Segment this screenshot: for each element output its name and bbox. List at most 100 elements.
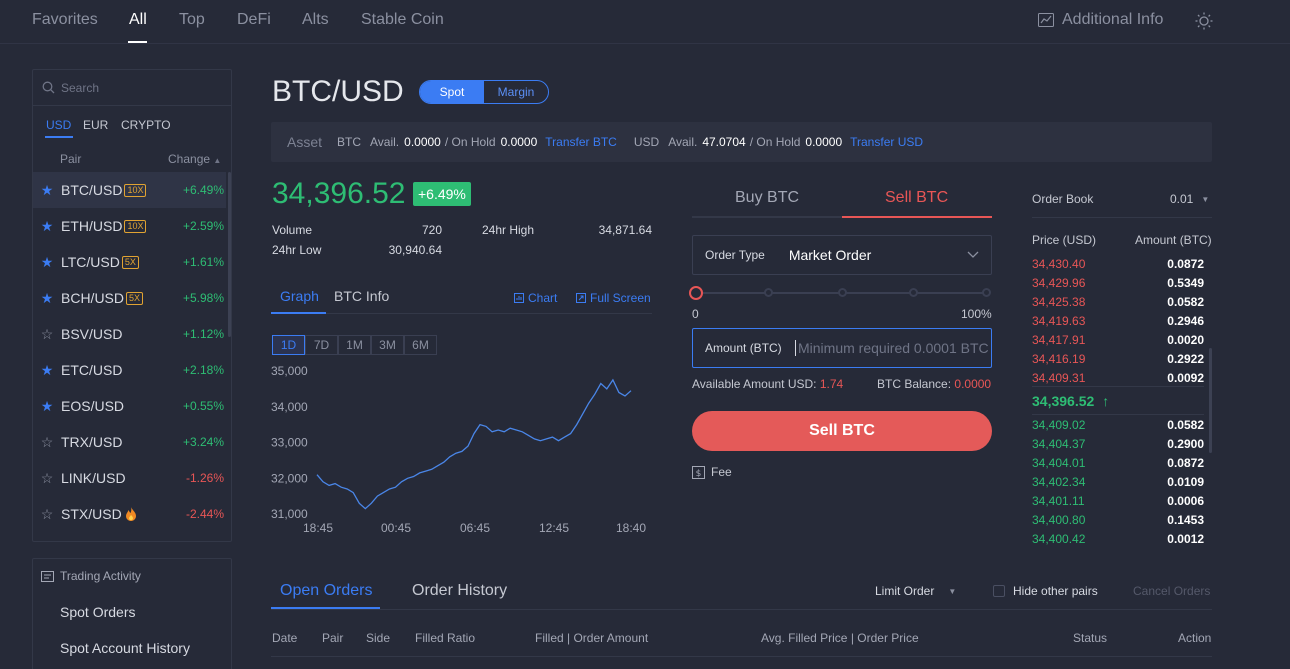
slider-step[interactable] bbox=[838, 288, 847, 297]
tab-all[interactable]: All bbox=[129, 11, 147, 29]
bid-row[interactable]: 34,401.11 0.0006 bbox=[1032, 491, 1204, 510]
theme-toggle-icon[interactable] bbox=[1195, 12, 1213, 30]
volume-value: 720 bbox=[421, 223, 442, 237]
currency-eur[interactable]: EUR bbox=[83, 118, 108, 132]
ask-row[interactable]: 34,425.38 0.0582 bbox=[1032, 292, 1204, 311]
tab-order-history[interactable]: Order History bbox=[412, 582, 507, 600]
bid-amount: 0.0012 bbox=[1167, 531, 1204, 546]
transfer-usd-link[interactable]: Transfer USD bbox=[850, 135, 923, 149]
bid-row[interactable]: 34,400.42 0.0012 bbox=[1032, 529, 1204, 548]
buy-btc-tab[interactable]: Buy BTC bbox=[735, 189, 799, 207]
amount-slider[interactable] bbox=[689, 286, 991, 300]
sort-icon: ▲ bbox=[213, 156, 222, 165]
col-pair: Pair bbox=[322, 631, 344, 645]
ask-row[interactable]: 34,430.40 0.0872 bbox=[1032, 254, 1204, 273]
chart-link[interactable]: Chart bbox=[514, 291, 557, 305]
ask-price: 34,429.96 bbox=[1032, 275, 1086, 290]
tab-stable-coin[interactable]: Stable Coin bbox=[361, 11, 444, 29]
range-1m[interactable]: 1M bbox=[338, 335, 371, 355]
pair-change: +0.55% bbox=[182, 399, 224, 413]
tab-open-orders[interactable]: Open Orders bbox=[280, 582, 372, 600]
bid-row[interactable]: 34,404.01 0.0872 bbox=[1032, 453, 1204, 472]
slider-handle[interactable] bbox=[689, 286, 703, 300]
pair-row[interactable]: ☆ BSV/USD +1.12% bbox=[33, 316, 226, 352]
pair-row[interactable]: ★ BCH/USD 5X +5.98% bbox=[33, 280, 226, 316]
slider-max-label: 100% bbox=[961, 307, 992, 321]
slider-step[interactable] bbox=[982, 288, 991, 297]
pair-name: LTC/USD bbox=[61, 254, 120, 270]
bid-row[interactable]: 34,409.02 0.0582 bbox=[1032, 415, 1204, 434]
pair-row[interactable]: ☆ STX/USD -2.44% bbox=[33, 496, 226, 532]
star-icon[interactable]: ★ bbox=[33, 362, 61, 379]
bid-price: 34,400.42 bbox=[1032, 531, 1086, 546]
star-outline-icon[interactable]: ☆ bbox=[33, 506, 61, 523]
margin-button[interactable]: Margin bbox=[484, 81, 548, 103]
cancel-orders-button[interactable]: Cancel Orders bbox=[1133, 584, 1210, 598]
amount-input[interactable] bbox=[798, 340, 991, 356]
tab-graph[interactable]: Graph bbox=[280, 288, 319, 304]
hide-pairs-checkbox[interactable] bbox=[993, 585, 1005, 597]
ask-row[interactable]: 34,429.96 0.5349 bbox=[1032, 273, 1204, 292]
ask-row[interactable]: 34,417.91 0.0020 bbox=[1032, 330, 1204, 349]
order-book-scrollbar[interactable] bbox=[1209, 348, 1212, 453]
slider-step[interactable] bbox=[909, 288, 918, 297]
asset-label: Asset bbox=[287, 134, 323, 150]
precision-select[interactable]: 0.01 ▼ bbox=[1170, 192, 1209, 206]
amount-field[interactable]: Amount (BTC) bbox=[692, 328, 992, 368]
bid-row[interactable]: 34,404.37 0.2900 bbox=[1032, 434, 1204, 453]
range-7d[interactable]: 7D bbox=[305, 335, 338, 355]
order-filter-select[interactable]: Limit Order ▼ bbox=[875, 584, 956, 598]
pair-search[interactable]: Search bbox=[33, 70, 231, 106]
hide-other-pairs-toggle[interactable]: Hide other pairs bbox=[993, 584, 1098, 598]
pair-row[interactable]: ★ ETC/USD +2.18% bbox=[33, 352, 226, 388]
star-icon[interactable]: ★ bbox=[33, 398, 61, 415]
text-cursor bbox=[795, 340, 796, 356]
star-icon[interactable]: ★ bbox=[33, 254, 61, 271]
pair-row[interactable]: ★ BTC/USD 10X +6.49% bbox=[33, 172, 226, 208]
star-outline-icon[interactable]: ☆ bbox=[33, 434, 61, 451]
slider-step[interactable] bbox=[764, 288, 773, 297]
spot-account-history-link[interactable]: Spot Account History bbox=[60, 640, 190, 656]
tab-alts[interactable]: Alts bbox=[302, 11, 329, 29]
range-3m[interactable]: 3M bbox=[371, 335, 404, 355]
star-icon[interactable]: ★ bbox=[33, 290, 61, 307]
bid-row[interactable]: 34,400.80 0.1453 bbox=[1032, 510, 1204, 529]
order-type-select[interactable]: Order Type Market Order bbox=[692, 235, 992, 275]
spot-orders-link[interactable]: Spot Orders bbox=[60, 604, 135, 620]
tab-top[interactable]: Top bbox=[179, 11, 205, 29]
bid-row[interactable]: 34,402.34 0.0109 bbox=[1032, 472, 1204, 491]
bid-price: 34,401.11 bbox=[1032, 493, 1085, 508]
spot-button[interactable]: Spot bbox=[420, 81, 484, 103]
pair-row[interactable]: ☆ TRX/USD +3.24% bbox=[33, 424, 226, 460]
pair-row[interactable]: ☆ LINK/USD -1.26% bbox=[33, 460, 226, 496]
ask-price: 34,409.31 bbox=[1032, 370, 1086, 385]
star-outline-icon[interactable]: ☆ bbox=[33, 326, 61, 343]
fee-link[interactable]: $ Fee bbox=[692, 465, 732, 479]
change-column-header[interactable]: Change ▲ bbox=[168, 152, 221, 166]
ask-price: 34,417.91 bbox=[1032, 332, 1086, 347]
tab-defi[interactable]: DeFi bbox=[237, 11, 271, 29]
transfer-btc-link[interactable]: Transfer BTC bbox=[545, 135, 617, 149]
star-icon[interactable]: ★ bbox=[33, 218, 61, 235]
pair-row[interactable]: ★ ETH/USD 10X +2.59% bbox=[33, 208, 226, 244]
currency-crypto[interactable]: CRYPTO bbox=[121, 118, 171, 132]
sell-btc-tab[interactable]: Sell BTC bbox=[885, 189, 948, 207]
bid-amount: 0.0006 bbox=[1167, 493, 1204, 508]
ask-row[interactable]: 34,419.63 0.2946 bbox=[1032, 311, 1204, 330]
currency-usd[interactable]: USD bbox=[46, 118, 71, 132]
range-1d[interactable]: 1D bbox=[272, 335, 305, 355]
tab-btc-info[interactable]: BTC Info bbox=[334, 288, 389, 304]
additional-info-button[interactable]: Additional Info bbox=[1038, 11, 1163, 29]
ask-row[interactable]: 34,409.31 0.0092 bbox=[1032, 368, 1204, 387]
pair-list-scrollbar[interactable] bbox=[228, 172, 231, 337]
full-screen-link[interactable]: Full Screen bbox=[576, 291, 651, 305]
ask-row[interactable]: 34,416.19 0.2922 bbox=[1032, 349, 1204, 368]
sell-btc-button[interactable]: Sell BTC bbox=[692, 411, 992, 451]
pair-row[interactable]: ★ EOS/USD +0.55% bbox=[33, 388, 226, 424]
star-outline-icon[interactable]: ☆ bbox=[33, 470, 61, 487]
tab-favorites[interactable]: Favorites bbox=[32, 11, 98, 29]
star-icon[interactable]: ★ bbox=[33, 182, 61, 199]
range-6m[interactable]: 6M bbox=[404, 335, 437, 355]
high-label: 24hr High bbox=[482, 223, 535, 237]
pair-row[interactable]: ★ LTC/USD 5X +1.61% bbox=[33, 244, 226, 280]
